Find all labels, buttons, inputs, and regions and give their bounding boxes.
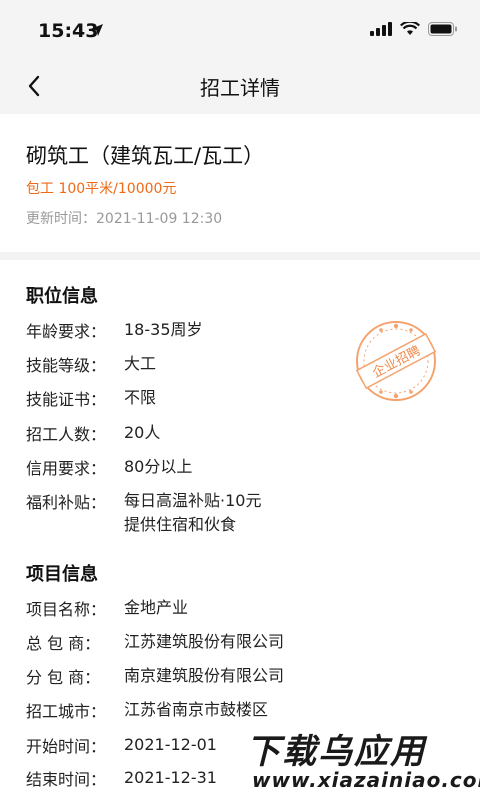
info-row-project-name: 项目名称： 金地产业 [26,596,188,620]
job-title: 砌筑工（建筑瓦工/瓦工） [26,144,265,168]
info-row-benefits: 福利补贴： 每日高温补贴·10元 提供住宿和伙食 [26,489,261,537]
row-label: 福利补贴： [26,493,107,512]
battery-icon [428,22,457,36]
row-label: 技能证书： [26,390,107,409]
info-row-headcount: 招工人数： 20人 [26,421,160,445]
benefit-line: 每日高温补贴·10元 [124,491,262,510]
row-value: 2021-12-31 [124,768,217,787]
row-label: 招工城市： [26,702,107,721]
job-updated-time: 更新时间：2021-11-09 12:30 [26,211,223,227]
info-row-end-date: 结束时间： 2021-12-31 [26,766,217,790]
job-pay: 包工 100平米/10000元 [26,181,177,197]
row-value: 每日高温补贴·10元 提供住宿和伙食 [124,489,261,537]
signal-icon [370,22,392,36]
job-header: 砌筑工（建筑瓦工/瓦工） 包工 100平米/10000元 更新时间：2021-1… [0,114,480,252]
info-row-city: 招工城市： 江苏省南京市鼓楼区 [26,698,268,722]
info-row-credit: 信用要求： 80分以上 [26,455,192,479]
info-row-general-contractor: 总 包 商： 江苏建筑股份有限公司 [26,630,284,654]
row-value: 2021-12-01 [124,735,217,754]
info-row-subcontractor: 分 包 商： 南京建筑股份有限公司 [26,664,284,688]
site-watermark: 下载乌应用 www.xiazainiao.com [238,720,480,800]
row-value: 江苏省南京市鼓楼区 [124,700,269,719]
row-label: 项目名称： [26,600,107,619]
row-value: 不限 [124,388,157,407]
section-divider [0,252,480,260]
status-icons [370,22,458,36]
row-value: 金地产业 [124,598,189,617]
info-row-certificate: 技能证书： 不限 [26,386,156,410]
status-bar: 15:43 [0,0,480,60]
row-label: 信用要求： [26,459,107,478]
project-info-title: 项目信息 [26,564,98,585]
row-label: 技能等级： [26,356,107,375]
row-label: 招工人数： [26,425,107,444]
info-row-start-date: 开始时间： 2021-12-01 [26,733,217,757]
row-label: 总 包 商： [26,634,101,653]
row-value: 江苏建筑股份有限公司 [124,632,285,651]
row-value: 大工 [124,354,157,373]
row-value: 18-35周岁 [124,320,203,339]
row-label: 年龄要求： [26,322,107,341]
page-title: 招工详情 [200,76,280,100]
row-value: 20人 [124,423,161,442]
row-value: 80分以上 [124,457,193,476]
position-info-title: 职位信息 [26,286,98,307]
row-label: 开始时间： [26,737,107,756]
watermark-url: www.xiazainiao.com [252,768,480,792]
row-value: 南京建筑股份有限公司 [124,666,285,685]
info-row-age: 年龄要求： 18-35周岁 [26,318,203,342]
wifi-icon [400,22,420,35]
benefit-line: 提供住宿和伙食 [124,515,237,534]
watermark-main: 下载乌应用 [246,732,426,772]
enterprise-recruit-stamp-icon: 企业招聘 [355,321,437,401]
row-label: 结束时间： [26,770,107,789]
location-arrow-icon [91,24,103,36]
nav-bar: 招工详情 [0,60,480,114]
info-row-skill-level: 技能等级： 大工 [26,352,156,376]
row-label: 分 包 商： [26,668,101,687]
